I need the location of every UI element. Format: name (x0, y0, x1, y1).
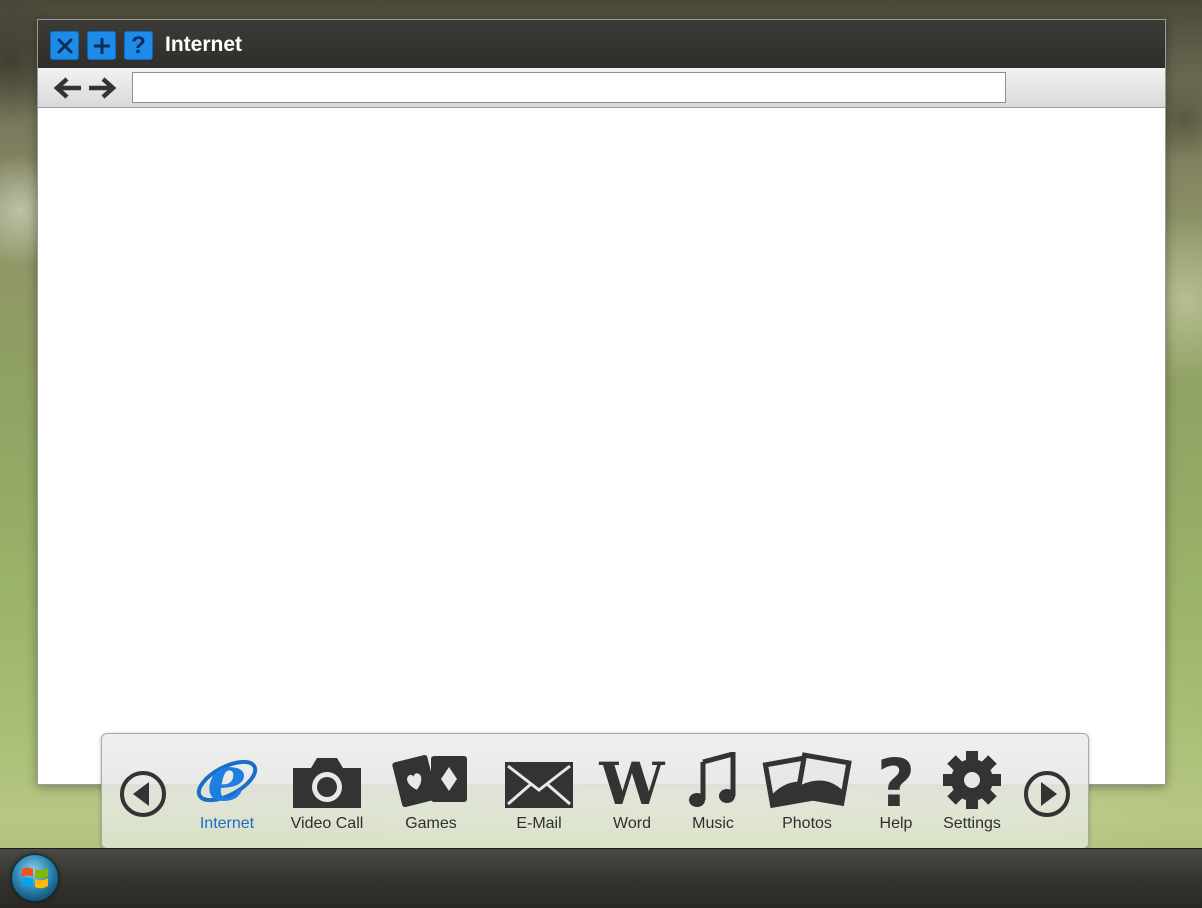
arrow-right-icon (89, 77, 117, 99)
dock-label-word: Word (613, 815, 651, 832)
dock-label-help: Help (879, 815, 913, 832)
dock-label-internet: Internet (199, 815, 255, 832)
dock-item-word[interactable]: W Word (587, 748, 677, 848)
circle-arrow-right-icon (1024, 771, 1070, 817)
dock-label-video-call: Video Call (290, 815, 364, 832)
arrow-left-icon (53, 77, 81, 99)
camera-icon (282, 748, 372, 810)
dock-next-button[interactable] (1023, 770, 1071, 818)
dock-label-photos: Photos (782, 815, 832, 832)
address-bar-input[interactable] (132, 72, 1006, 103)
photos-icon (762, 748, 852, 810)
dock-item-photos[interactable]: Photos (762, 748, 852, 848)
windows-logo-icon (22, 867, 48, 889)
gear-icon (927, 748, 1017, 810)
window-title: Internet (165, 33, 243, 56)
web-content-area[interactable] (38, 108, 1165, 784)
svg-text:?: ? (877, 748, 915, 810)
internet-explorer-icon: e (182, 748, 272, 810)
dock-label-games: Games (405, 815, 457, 832)
dock-label-music: Music (692, 815, 734, 832)
app-dock: e Internet Video Call Games E-Mail W Wor… (101, 733, 1089, 849)
start-button[interactable] (11, 854, 59, 902)
dock-item-music[interactable]: Music (668, 748, 758, 848)
new-tab-button[interactable] (87, 31, 116, 60)
dock-item-email[interactable]: E-Mail (494, 748, 584, 848)
playing-cards-icon (386, 748, 476, 810)
dock-item-video-call[interactable]: Video Call (282, 748, 372, 848)
back-button[interactable] (52, 76, 84, 100)
svg-text:W: W (598, 754, 665, 810)
circle-arrow-left-icon (120, 771, 166, 817)
word-w-icon: W (587, 748, 677, 810)
forward-button[interactable] (86, 76, 118, 100)
envelope-icon (494, 748, 584, 810)
plus-icon (93, 37, 110, 54)
dock-previous-button[interactable] (119, 770, 167, 818)
dock-item-internet[interactable]: e Internet (182, 748, 272, 848)
dock-item-settings[interactable]: Settings (927, 748, 1017, 848)
navigation-bar (38, 68, 1165, 108)
dock-label-email: E-Mail (516, 815, 562, 832)
svg-text:e: e (207, 748, 246, 810)
dock-label-settings: Settings (943, 815, 1001, 832)
close-button[interactable] (50, 31, 79, 60)
taskbar (0, 848, 1202, 908)
close-icon (57, 38, 72, 53)
help-question-icon: ? (131, 31, 146, 59)
window-titlebar: ? Internet (38, 20, 1165, 68)
music-note-icon (668, 748, 758, 810)
dock-item-games[interactable]: Games (386, 748, 476, 848)
internet-window: ? Internet (37, 19, 1166, 785)
help-button[interactable]: ? (124, 31, 153, 60)
